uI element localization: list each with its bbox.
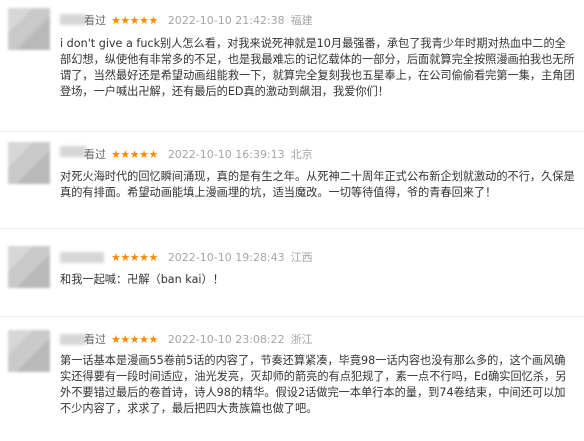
- review-item: 看过 ★★★★★ 2022-10-10 16:39:13 北京 对死火海时代的回忆瞬间…: [0, 132, 584, 228]
- review-meta: ★★★★★ 2022-10-10 19:28:43 江西: [106, 249, 313, 267]
- watch-status: 看过: [84, 148, 106, 161]
- review-meta: 看过 ★★★★★ 2022-10-10 21:42:38 福建: [84, 12, 313, 30]
- avatar[interactable]: [8, 330, 50, 372]
- review-text: 和我一起喊：卍解（ban kai）！: [60, 273, 224, 286]
- review-time: 2022-10-10 19:28:43: [167, 251, 285, 264]
- username-blurred[interactable]: [60, 14, 86, 25]
- avatar[interactable]: [8, 246, 50, 288]
- watch-status: 看过: [84, 14, 106, 27]
- review-meta: 看过 ★★★★★ 2022-10-10 23:08:22 浙江: [84, 331, 313, 349]
- avatar[interactable]: [8, 142, 50, 184]
- review-item: 看过 ★★★★★ 2022-10-10 21:42:38 福建 i don't giv…: [0, 0, 584, 132]
- watch-status: 看过: [84, 333, 106, 346]
- review-meta: 看过 ★★★★★ 2022-10-10 16:39:13 北京: [84, 146, 313, 164]
- review-location: 福建: [290, 14, 313, 27]
- review-text: 第一话基本是漫画55卷前5话的内容了，节奏还算紧凑，毕竟98一话内容也没有那么多…: [60, 354, 567, 415]
- divider: [0, 228, 584, 229]
- review-time: 2022-10-10 23:08:22: [167, 333, 285, 346]
- rating-stars: ★★★★★: [111, 14, 158, 27]
- review-item: ★★★★★ 2022-10-10 19:28:43 江西 和我一起喊：卍解（ban …: [0, 232, 584, 312]
- review-location: 北京: [290, 148, 313, 161]
- rating-stars: ★★★★★: [111, 251, 158, 264]
- username-blurred[interactable]: [60, 146, 86, 157]
- divider: [0, 316, 584, 317]
- review-text: 对死火海时代的回忆瞬间涌现，真的是有生之年。从死神二十周年正式公布新企划就激动的…: [60, 170, 575, 199]
- review-location: 江西: [290, 251, 313, 264]
- review-item: 看过 ★★★★★ 2022-10-10 23:08:22 浙江 第一话基本是漫画55卷…: [0, 322, 584, 441]
- rating-stars: ★★★★★: [111, 333, 158, 346]
- username-blurred[interactable]: [60, 334, 86, 345]
- username-blurred[interactable]: [60, 252, 104, 263]
- review-time: 2022-10-10 16:39:13: [167, 148, 285, 161]
- rating-stars: ★★★★★: [111, 148, 158, 161]
- review-location: 浙江: [290, 333, 313, 346]
- review-text: i don't give a fuck别人怎么看，对我来说死神就是10月最强番，…: [60, 37, 575, 98]
- avatar[interactable]: [8, 8, 50, 50]
- review-time: 2022-10-10 21:42:38: [167, 14, 285, 27]
